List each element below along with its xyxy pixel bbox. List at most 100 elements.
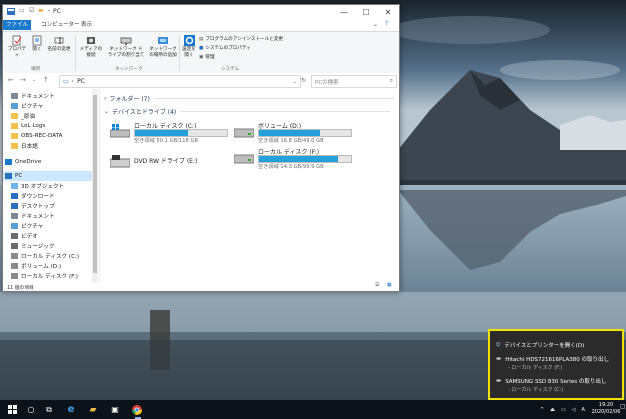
folder-icon <box>11 143 18 149</box>
nav-item[interactable]: 日本語 <box>3 141 99 151</box>
details-view-icon[interactable]: ☰ <box>375 283 379 288</box>
open-settings-button[interactable]: 設定を開く <box>181 35 197 58</box>
section-drives[interactable]: ⌄ デバイスとドライブ (4) <box>104 107 391 116</box>
nav-item[interactable]: ミュージック <box>3 241 99 251</box>
nav-item[interactable]: ピクチャ <box>3 101 99 111</box>
open-settings-label: 設定を開く <box>182 47 196 58</box>
tab-file[interactable]: ファイル <box>3 20 31 30</box>
clock-time: 19:20 <box>598 402 614 408</box>
add-network-location-label: ネットワークの場所の追加 <box>149 47 177 58</box>
video-icon <box>11 233 18 239</box>
edge-button[interactable]: e <box>64 403 78 416</box>
maximize-button[interactable]: ☐ <box>355 5 377 19</box>
nav-item[interactable]: デスクトップ <box>3 201 99 211</box>
windows-logo-icon <box>7 405 17 414</box>
manage-button[interactable]: ▣ 管理 <box>199 54 215 61</box>
title-bar[interactable]: ▭ ☑ ▬ ⌄ PC — ☐ ✕ <box>3 5 399 19</box>
tiles-view-icon[interactable]: ▦ <box>387 283 392 288</box>
open-devices-printers-item[interactable]: ⛭ デバイスとプリンターを開く(D) <box>496 341 584 350</box>
address-dropdown-icon[interactable]: ⌄ <box>293 79 297 85</box>
eject-item[interactable]: ▬ SAMSUNG SSD 830 Series の取り出し <box>496 377 606 385</box>
nav-scrollbar[interactable] <box>92 89 98 283</box>
chrome-button[interactable] <box>130 403 144 416</box>
nav-item[interactable]: ボリューム (D:) <box>3 261 99 271</box>
drive-usage-fill <box>259 130 320 136</box>
close-button[interactable]: ✕ <box>377 5 399 19</box>
tab-view[interactable]: 表示 <box>77 20 96 30</box>
search-button[interactable]: ○ <box>24 403 38 416</box>
explorer-button[interactable]: ▰ <box>86 403 100 416</box>
checkbox-icon[interactable]: ☑ <box>29 7 34 14</box>
drive-item[interactable]: ボリューム (D:) 空き領域 16.8 GB/49.0 GB <box>234 121 354 147</box>
forward-button[interactable]: → <box>20 76 26 84</box>
nav-scrollbar-thumb[interactable] <box>93 95 97 273</box>
drive-item[interactable]: ローカル ディスク (C:) 空き領域 50.1 GB/118 GB <box>110 121 230 147</box>
nav-item-label: ローカル ディスク (C:) <box>21 254 80 260</box>
nav-item-label: LoL Logs <box>21 123 46 129</box>
new-folder-icon[interactable]: ▬ <box>38 7 44 14</box>
system-properties-button[interactable]: ■ システムのプロパティ <box>199 45 251 52</box>
nav-item[interactable]: ダウンロード <box>3 191 99 201</box>
store-button[interactable]: ▣ <box>108 403 122 416</box>
network-icon[interactable]: ▭ <box>561 407 566 413</box>
help-icon[interactable]: ? <box>385 20 388 27</box>
section-folders[interactable]: › フォルダー (7) <box>104 94 394 103</box>
show-hidden-icons-icon[interactable]: ^ <box>540 407 544 413</box>
drive-free-space: 空き領域 50.1 GB/118 GB <box>134 138 199 144</box>
nav-item[interactable]: ローカル ディスク (F:) <box>3 271 99 281</box>
task-view-button[interactable]: ⧉ <box>42 403 56 416</box>
add-network-location-button[interactable]: ネットワークの場所の追加 <box>147 35 179 58</box>
nav-item[interactable]: PC <box>3 171 93 181</box>
eject-device-popup: ⛭ デバイスとプリンターを開く(D) ▬ Hitachi HDS721616PL… <box>488 329 624 400</box>
save-icon[interactable]: ▭ <box>19 7 25 14</box>
navigation-pane: ドキュメント ピクチャ _原油 LoL Logs OBS-REC-DATA 日本語 OneD… <box>3 89 100 283</box>
programs-icon: ▤ <box>199 36 204 42</box>
nav-item[interactable]: OBS-REC-DATA <box>3 131 99 141</box>
uninstall-programs-button[interactable]: ▤ プログラムのアンインストールと変更 <box>199 36 283 43</box>
start-button[interactable] <box>6 403 18 416</box>
rename-button[interactable]: 名前の変更 <box>47 35 71 53</box>
nav-item[interactable]: LoL Logs <box>3 121 99 131</box>
qat-dropdown-icon[interactable]: ⌄ <box>47 7 51 13</box>
recent-locations-button[interactable]: ⌄ <box>32 77 36 83</box>
nav-item-label: 3D オブジェクト <box>21 184 65 190</box>
minimize-button[interactable]: — <box>333 5 355 19</box>
nav-item[interactable]: ビデオ <box>3 231 99 241</box>
nav-item[interactable]: ピクチャ <box>3 221 99 231</box>
clock[interactable]: 19:20 2020/02/06 <box>588 402 624 416</box>
refresh-button[interactable]: ↻ <box>301 77 306 84</box>
volume-icon[interactable]: ◁ <box>572 407 576 413</box>
breadcrumb-pc[interactable]: PC <box>77 78 85 85</box>
notifications-icon[interactable]: ▢ <box>620 403 626 410</box>
back-button[interactable]: ← <box>8 76 14 84</box>
properties-icon <box>12 35 22 46</box>
ribbon: プロパティ 開く 名前の変更 場所 メディアの接続 ネットワーク ドライブの割り… <box>3 31 399 75</box>
up-button[interactable]: ↑ <box>43 76 49 84</box>
drive-item[interactable]: ローカル ディスク (F:) 空き領域 14.3 GB/99.9 GB <box>234 147 354 173</box>
drive-usage-bar <box>258 129 352 137</box>
search-input[interactable]: PCの検索 ⌕ <box>311 75 397 88</box>
nav-item[interactable]: ローカル ディスク (C:) <box>3 251 99 261</box>
nav-item[interactable]: _原油 <box>3 111 99 121</box>
pc-icon <box>5 173 12 179</box>
map-network-drive-button[interactable]: ネットワーク ドライブの割り当て <box>107 35 145 58</box>
nav-item[interactable]: 3D オブジェクト <box>3 181 99 191</box>
address-field[interactable]: ▭ › PC ⌄ <box>59 75 301 88</box>
open-button[interactable]: 開く <box>28 35 46 53</box>
group-system-label: システム <box>221 67 240 72</box>
quick-access-toolbar-icon[interactable] <box>7 8 15 15</box>
properties-button[interactable]: プロパティ <box>7 35 27 58</box>
ime-indicator[interactable]: A <box>582 407 585 413</box>
drive-item[interactable]: DVD RW ドライブ (E:) <box>110 151 230 177</box>
access-media-button[interactable]: メディアの接続 <box>78 35 104 58</box>
open-icon <box>32 35 42 46</box>
eject-item[interactable]: ▬ Hitachi HDS721616PLA380 の取り出し <box>496 355 609 363</box>
nav-item-label: OneDrive <box>15 159 42 165</box>
nav-item[interactable]: ドキュメント <box>3 91 99 101</box>
nav-item[interactable]: ドキュメント <box>3 211 99 221</box>
usb-eject-icon[interactable]: ⏏ <box>550 407 555 413</box>
ribbon-tabs: ファイル コンピューター 表示 ⌄ ? <box>3 19 399 31</box>
ribbon-expand-icon[interactable]: ⌄ <box>373 21 378 28</box>
nav-item-label: ミュージック <box>21 244 55 250</box>
nav-item[interactable]: OneDrive <box>3 157 93 167</box>
